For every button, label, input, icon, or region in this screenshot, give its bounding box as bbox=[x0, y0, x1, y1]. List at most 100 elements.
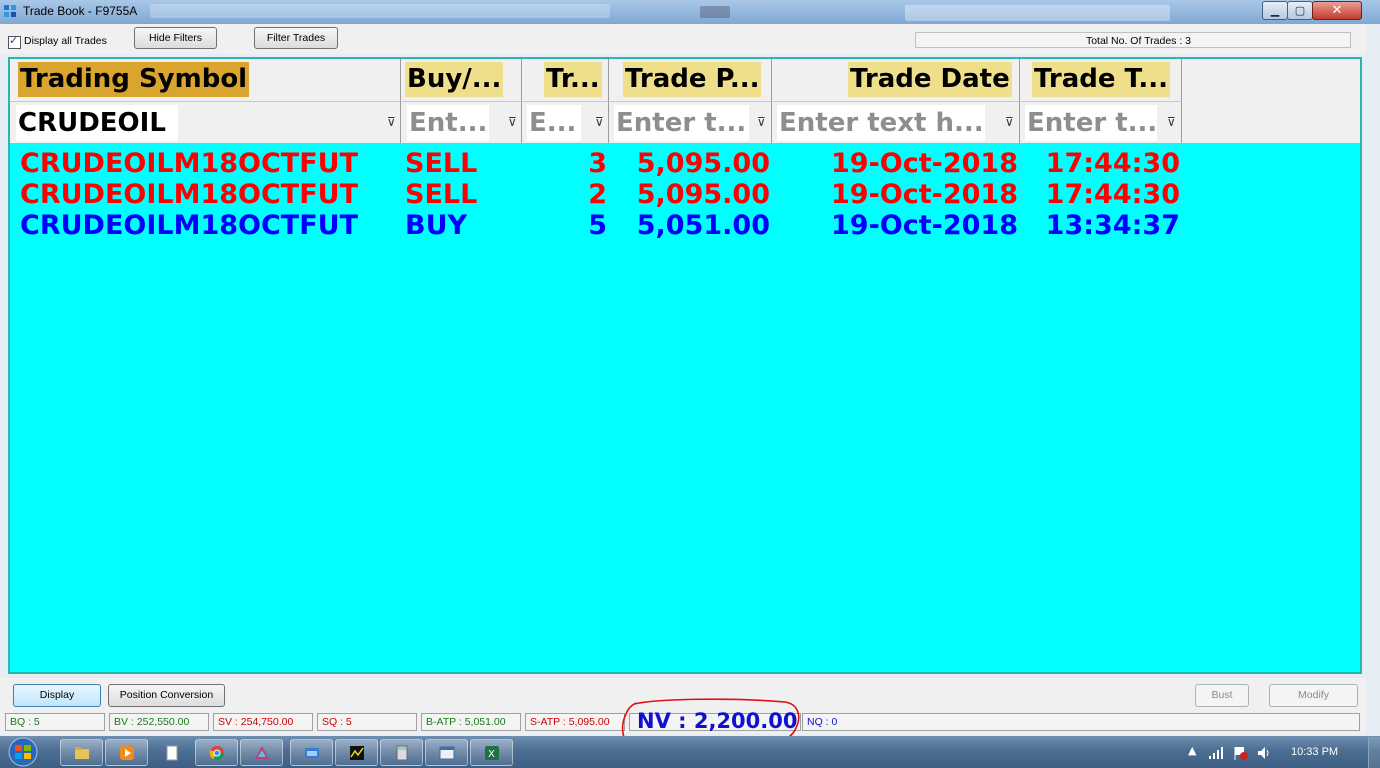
cell-price: 5,095.00 bbox=[636, 148, 770, 179]
taskbar-item[interactable] bbox=[380, 739, 423, 766]
status-bv: BV : 252,550.00 bbox=[109, 713, 209, 731]
header-label: Tr... bbox=[544, 62, 602, 97]
filter-icon[interactable]: ⊽ bbox=[1005, 115, 1017, 129]
display-all-trades-checkbox[interactable]: ✓ bbox=[8, 34, 21, 49]
filter-icon[interactable]: ⊽ bbox=[387, 115, 399, 129]
volume-icon[interactable] bbox=[1256, 745, 1272, 761]
header-label: Trade T... bbox=[1032, 62, 1170, 97]
cell-time: 13:34:37 bbox=[1045, 210, 1180, 241]
action-center-flag-icon[interactable] bbox=[1233, 745, 1249, 761]
header-label: Trade P... bbox=[623, 62, 762, 97]
filter-input-qty[interactable]: E... bbox=[527, 105, 581, 141]
header-trade-date[interactable]: Trade Date bbox=[772, 59, 1020, 101]
filter-input-price[interactable]: Enter t... bbox=[614, 105, 749, 141]
cell-date: 19-Oct-2018 bbox=[831, 210, 1018, 241]
taskbar-item[interactable]: X bbox=[470, 739, 513, 766]
bust-button[interactable]: Bust bbox=[1195, 684, 1249, 707]
table-row[interactable]: CRUDEOILM18OCTFUT SELL 3 5,095.00 19-Oct… bbox=[10, 148, 1360, 179]
filter-icon[interactable]: ⊽ bbox=[508, 115, 520, 129]
cell-side: SELL bbox=[405, 148, 478, 179]
filter-cell-side: Ent... ⊽ bbox=[401, 101, 522, 143]
svg-text:X: X bbox=[488, 749, 495, 760]
cell-symbol: CRUDEOILM18OCTFUT bbox=[20, 148, 359, 179]
minimize-button[interactable]: ▁ bbox=[1262, 1, 1288, 20]
header-buy-sell[interactable]: Buy/... bbox=[401, 59, 522, 101]
filter-cell-price: Enter t... ⊽ bbox=[609, 101, 772, 143]
taskbar-item[interactable] bbox=[335, 739, 378, 766]
cell-price: 5,095.00 bbox=[636, 179, 770, 210]
network-signal-icon[interactable] bbox=[1208, 746, 1224, 760]
window-title: Trade Book - F9755A bbox=[23, 4, 138, 18]
cell-time: 17:44:30 bbox=[1045, 148, 1180, 179]
cell-qty: 3 bbox=[588, 148, 607, 179]
status-bq: BQ : 5 bbox=[5, 713, 105, 731]
taskbar-item[interactable] bbox=[425, 739, 468, 766]
filter-icon[interactable]: ⊽ bbox=[595, 115, 607, 129]
header-trade-time[interactable]: Trade T... bbox=[1020, 59, 1182, 101]
cell-price: 5,051.00 bbox=[636, 210, 770, 241]
show-desktop-button[interactable] bbox=[1368, 737, 1380, 768]
cell-qty: 5 bbox=[588, 210, 607, 241]
cell-date: 19-Oct-2018 bbox=[831, 148, 1018, 179]
total-trades-text: Total No. Of Trades : 3 bbox=[1085, 35, 1191, 47]
modify-button[interactable]: Modify bbox=[1269, 684, 1358, 707]
maximize-icon: ▢ bbox=[1294, 4, 1306, 17]
document-icon bbox=[166, 745, 178, 761]
minimize-icon: ▁ bbox=[1270, 4, 1280, 17]
taskbar-item[interactable] bbox=[195, 739, 238, 766]
header-label: Trade Date bbox=[848, 62, 1012, 97]
cell-side: BUY bbox=[405, 210, 468, 241]
filter-cell-date: Enter text h... ⊽ bbox=[772, 101, 1020, 143]
close-button[interactable]: ✕ bbox=[1312, 1, 1362, 20]
header-trade-price[interactable]: Trade P... bbox=[609, 59, 772, 101]
header-label: Buy/... bbox=[405, 62, 504, 97]
taskbar-item[interactable] bbox=[290, 739, 333, 766]
table-row[interactable]: CRUDEOILM18OCTFUT SELL 2 5,095.00 19-Oct… bbox=[10, 179, 1360, 210]
media-player-icon bbox=[120, 746, 134, 760]
status-batp: B-ATP : 5,051.00 bbox=[421, 713, 521, 731]
cell-date: 19-Oct-2018 bbox=[831, 179, 1018, 210]
status-sq: SQ : 5 bbox=[317, 713, 417, 731]
filter-cell-symbol: CRUDEOIL ⊽ bbox=[10, 101, 401, 143]
explorer-icon bbox=[75, 747, 89, 759]
display-button[interactable]: Display bbox=[13, 684, 101, 707]
filter-input-side[interactable]: Ent... bbox=[407, 105, 489, 141]
chrome-icon bbox=[209, 746, 224, 760]
tradebook-app-icon bbox=[4, 5, 16, 17]
display-all-trades-label: Display all Trades bbox=[24, 35, 107, 47]
app-triangle-icon bbox=[255, 746, 269, 759]
filter-icon[interactable]: ⊽ bbox=[1167, 115, 1179, 129]
filter-input-date[interactable]: Enter text h... bbox=[777, 105, 985, 141]
taskbar-item[interactable] bbox=[150, 739, 193, 766]
header-label: Trading Symbol bbox=[18, 62, 250, 97]
filter-trades-button[interactable]: Filter Trades bbox=[254, 27, 338, 49]
maximize-button[interactable]: ▢ bbox=[1287, 1, 1313, 20]
title-blurred-icon bbox=[700, 6, 730, 18]
header-trading-symbol[interactable]: Trading Symbol bbox=[10, 59, 401, 101]
start-button-icon[interactable] bbox=[4, 737, 42, 767]
title-blurred-area bbox=[150, 4, 610, 18]
filter-input-symbol[interactable]: CRUDEOIL bbox=[16, 105, 178, 141]
checkmark-icon: ✓ bbox=[9, 34, 19, 47]
taskbar-clock[interactable]: 10:33 PM bbox=[1291, 746, 1338, 758]
show-hidden-icons[interactable]: ▲ bbox=[1188, 744, 1196, 757]
filter-input-time[interactable]: Enter t... bbox=[1025, 105, 1157, 141]
cell-qty: 2 bbox=[588, 179, 607, 210]
title-bar: Trade Book - F9755A ▁ ▢ ✕ bbox=[0, 0, 1380, 24]
table-row[interactable]: CRUDEOILM18OCTFUT BUY 5 5,051.00 19-Oct-… bbox=[10, 210, 1360, 241]
filter-icon[interactable]: ⊽ bbox=[757, 115, 769, 129]
taskbar-item[interactable] bbox=[105, 739, 148, 766]
total-trades-counter: Total No. Of Trades : 3 bbox=[915, 32, 1351, 48]
status-sv: SV : 254,750.00 bbox=[213, 713, 313, 731]
cell-symbol: CRUDEOILM18OCTFUT bbox=[20, 179, 359, 210]
cell-side: SELL bbox=[405, 179, 478, 210]
taskbar-item[interactable] bbox=[240, 739, 283, 766]
title-blurred-field bbox=[905, 5, 1170, 21]
header-trade-qty[interactable]: Tr... bbox=[522, 59, 609, 101]
cell-time: 17:44:30 bbox=[1045, 179, 1180, 210]
hide-filters-button[interactable]: Hide Filters bbox=[134, 27, 217, 49]
filter-cell-time: Enter t... ⊽ bbox=[1020, 101, 1182, 143]
position-conversion-button[interactable]: Position Conversion bbox=[108, 684, 225, 707]
app-window-icon bbox=[305, 748, 319, 758]
taskbar-item[interactable] bbox=[60, 739, 103, 766]
